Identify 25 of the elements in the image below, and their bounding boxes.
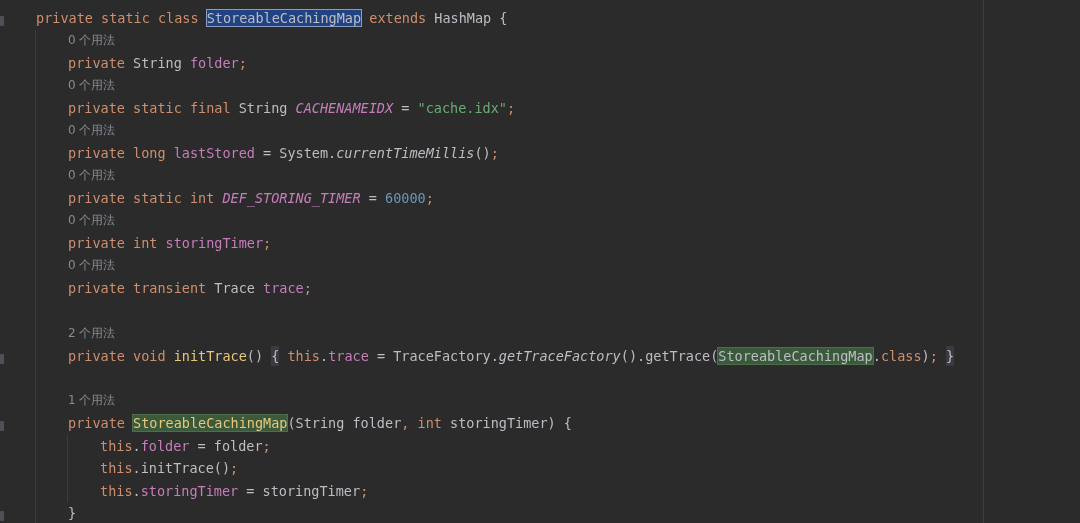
code-line: private void initTrace() { this.trace = TraceFactory.getTraceFactory().getTrace(StoreableCachingMap.class); } [68,346,955,365]
code-line: private static int DEF_STORING_TIMER = 60000; [68,189,434,208]
code-line: private String folder; [68,54,247,73]
fold-icon[interactable] [0,16,4,27]
usage-hint: 0 个用法 [68,77,116,95]
usage-hint: 0 个用法 [68,212,116,230]
fold-icon[interactable] [0,511,4,522]
usage-hint: 0 个用法 [68,32,116,50]
code-line: private static class StoreableCachingMap extends HashMap { [36,9,508,28]
code-line: private StoreableCachingMap(String folder, int storingTimer) { [68,414,572,433]
code-line: this.initTrace(); [100,459,239,478]
code-line: this.storingTimer = storingTimer; [100,481,369,500]
usage-hint: 0 个用法 [68,122,116,140]
code-line: private transient Trace trace; [68,279,312,298]
fold-icon[interactable] [0,353,4,364]
code-line: private static final String CACHENAMEIDX = "cache.idx"; [68,99,516,118]
code-line: private int storingTimer; [68,234,272,253]
usage-hint: 0 个用法 [68,257,116,275]
usage-hint: 2 个用法 [68,324,116,342]
code-line: this.folder = folder; [100,436,271,455]
code-line: } [68,504,77,523]
usage-hint: 1 个用法 [68,392,116,410]
usage-hint: 0 个用法 [68,167,116,185]
code-line: private long lastStored = System.currentTimeMillis(); [68,144,499,163]
fold-icon[interactable] [0,421,4,432]
